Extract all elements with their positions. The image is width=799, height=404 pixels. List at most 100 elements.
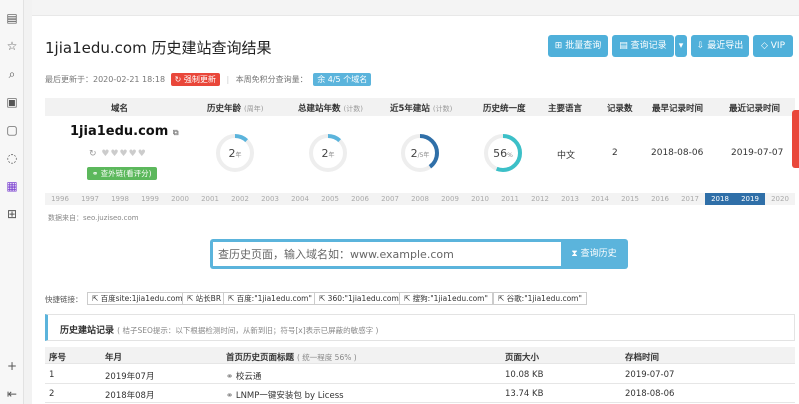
year-2005[interactable]: 2005 (315, 193, 345, 205)
record-title-link[interactable]: ⚭ LNMP一键安装包 by Licess (226, 389, 344, 401)
year-2013[interactable]: 2013 (555, 193, 585, 205)
col-page-title: 首页历史页面标题 ( 统一程度 56% ) (226, 353, 357, 363)
domain-name: 1jia1edu.com ⧉ (70, 124, 179, 139)
external-link-icon: ⇱ (404, 294, 413, 303)
external-link-icon: ⇱ (319, 294, 328, 303)
document-icon: ▤ (619, 41, 631, 51)
year-2012[interactable]: 2012 (525, 193, 555, 205)
quick-link[interactable]: ⇱ 360:"1jia1edu.com" (314, 292, 408, 305)
quick-links-label: 快捷链接： (45, 295, 83, 304)
year-2008[interactable]: 2008 (405, 193, 435, 205)
year-2017[interactable]: 2017 (675, 193, 705, 205)
year-2007[interactable]: 2007 (375, 193, 405, 205)
year-2019[interactable]: 2019 (735, 193, 765, 205)
copy-icon[interactable]: ⧉ (173, 128, 179, 137)
summary-table-header: 域名 历史年龄 (周年) 总建站年数 (计数) 近5年建站 (计数) 历史统一度… (45, 98, 795, 116)
main-page: 1jia1edu.com 历史建站查询结果 ⊞ 批量查询 ▤ 查询记录 ▾ ⇩ … (32, 0, 799, 404)
unity-value: 56% (493, 147, 513, 160)
search-history-button[interactable]: ⧗ 查询历史 (563, 242, 625, 266)
count-value: 2 (612, 148, 618, 158)
video-icon[interactable]: ▣ (4, 94, 20, 110)
search-icon[interactable]: ⌕ (4, 66, 20, 82)
year-2002[interactable]: 2002 (225, 193, 255, 205)
search-input[interactable] (213, 242, 561, 266)
external-link-icon: ⇱ (228, 294, 237, 303)
year-2015[interactable]: 2015 (615, 193, 645, 205)
data-source: 数据来自：seo.juziseo.com (48, 214, 139, 222)
batch-query-button[interactable]: ⊞ 批量查询 (548, 35, 608, 57)
lang-value: 中文 (557, 151, 576, 161)
year-2000[interactable]: 2000 (165, 193, 195, 205)
year-2016[interactable]: 2016 (645, 193, 675, 205)
link-icon: ⚭ (226, 372, 236, 382)
vip-button[interactable]: ◇ VIP (753, 35, 793, 57)
quick-link[interactable]: ⇱ 百度site:1jia1edu.com (87, 292, 188, 305)
col-age: 历史年龄 (周年) (207, 104, 264, 114)
external-link-icon: ⇱ (92, 294, 101, 303)
col-recent: 近5年建站 (计数) (390, 104, 453, 114)
query-records-button[interactable]: ▤ 查询记录 (612, 35, 674, 57)
external-link-icon: ⇱ (498, 294, 507, 303)
top-strip (32, 0, 799, 16)
year-1998[interactable]: 1998 (105, 193, 135, 205)
quick-link[interactable]: ⇱ 谷歌:"1jia1edu.com" (493, 292, 587, 305)
col-earliest: 最早记录时间 (652, 104, 704, 114)
year-2018[interactable]: 2018 (705, 193, 735, 205)
year-2003[interactable]: 2003 (255, 193, 285, 205)
page-title: 1jia1edu.com 历史建站查询结果 (45, 39, 272, 57)
star-icon[interactable]: ☆ (4, 38, 20, 54)
cart-icon[interactable]: ⊞ (4, 206, 20, 222)
age-value: 2年 (228, 147, 242, 160)
link-icon: ⚭ (92, 169, 101, 178)
check-outlinks-button[interactable]: ⚭ 查外链(看评分) (87, 167, 157, 180)
year-2009[interactable]: 2009 (435, 193, 465, 205)
year-1996[interactable]: 1996 (45, 193, 75, 205)
add-icon[interactable]: + (4, 358, 20, 374)
year-1997[interactable]: 1997 (75, 193, 105, 205)
export-icon: ⇩ (696, 41, 708, 51)
records-dropdown-button[interactable]: ▾ (675, 35, 687, 57)
total-value: 2年 (321, 147, 335, 160)
quick-link[interactable]: ⇱ 搜狗:"1jia1edu.com" (399, 292, 493, 305)
list-icon[interactable]: ▤ (4, 10, 20, 26)
translate-icon[interactable]: ▦ (4, 178, 20, 194)
quick-link[interactable]: ⇱ 站长BR (182, 292, 227, 305)
year-2004[interactable]: 2004 (285, 193, 315, 205)
recent-value: 2/5年 (410, 147, 430, 160)
refresh-small-icon[interactable]: ↻ (89, 149, 98, 159)
table-row[interactable]: 2 2018年08月 ⚭ LNMP一键安装包 by Licess 13.74 K… (45, 385, 795, 403)
records-section-title: 历史建站记录 ( 桔子SEO提示：以下根据检测时间，从新到旧；符号[x]表示已屏… (60, 326, 379, 336)
link-icon: ⚭ (226, 391, 236, 401)
latest-value: 2019-07-07 (731, 148, 784, 158)
year-1999[interactable]: 1999 (135, 193, 165, 205)
table-row[interactable]: 1 2019年07月 ⚭ 校云通 10.08 KB 2019-07-07 (45, 366, 795, 384)
collapse-icon[interactable]: ⇤ (4, 386, 20, 402)
year-2014[interactable]: 2014 (585, 193, 615, 205)
window-icon[interactable]: ▢ (4, 122, 20, 138)
records-section-header: 历史建站记录 ( 桔子SEO提示：以下根据检测时间，从新到旧；符号[x]表示已屏… (45, 314, 795, 341)
records-table-header: 序号 年月 首页历史页面标题 ( 统一程度 56% ) 页面大小 存档时间 (45, 347, 795, 364)
caret-down-icon: ▾ (678, 41, 684, 51)
separator: | (226, 75, 230, 84)
search-box: ⧗ 查询历史 (210, 239, 628, 269)
chat-icon[interactable]: ◌ (4, 150, 20, 166)
quick-link[interactable]: ⇱ 百度:"1jia1edu.com" (223, 292, 317, 305)
col-count: 记录数 (607, 104, 633, 114)
rating-hearts: ↻ ♥♥♥♥♥ (89, 149, 147, 159)
year-2001[interactable]: 2001 (195, 193, 225, 205)
left-sidebar: ▤ ☆ ⌕ ▣ ▢ ◌ ▦ ⊞ + ⇤ (0, 0, 24, 404)
weekly-quota-badge: 余 4/5 个域名 (313, 73, 372, 86)
external-link-icon: ⇱ (187, 294, 196, 303)
recent-export-button[interactable]: ⇩ 最近导出 (691, 35, 749, 57)
year-2020[interactable]: 2020 (765, 193, 795, 205)
force-update-button[interactable]: ↻ 强制更新 (170, 73, 220, 86)
earliest-value: 2018-08-06 (651, 148, 704, 158)
year-2011[interactable]: 2011 (495, 193, 525, 205)
floating-side-tab[interactable] (792, 110, 799, 168)
year-2010[interactable]: 2010 (465, 193, 495, 205)
col-domain: 域名 (111, 104, 129, 114)
year-2006[interactable]: 2006 (345, 193, 375, 205)
col-latest: 最近记录时间 (729, 104, 781, 114)
record-title-link[interactable]: ⚭ 校云通 (226, 370, 261, 382)
col-lang: 主要语言 (548, 104, 583, 114)
